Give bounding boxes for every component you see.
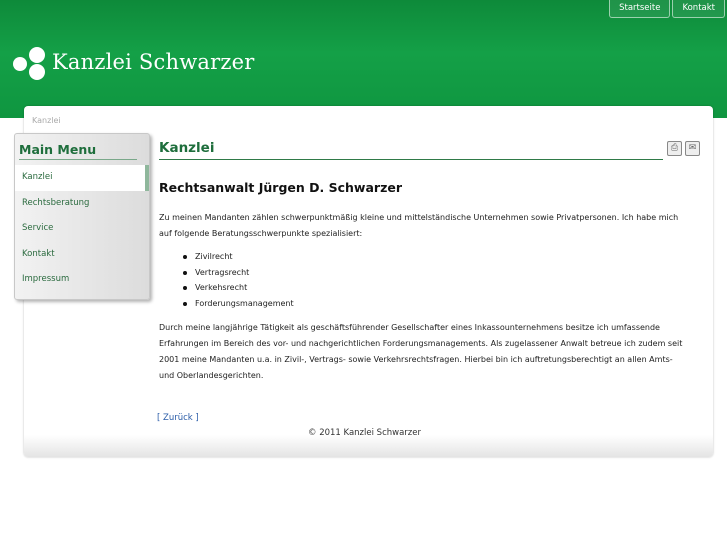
panel-footer-bar bbox=[24, 435, 713, 457]
list-item: Verkehsrecht bbox=[183, 280, 294, 296]
site-header: Startseite Kontakt Kanzlei Schwarzer bbox=[0, 0, 727, 118]
print-icon[interactable]: ⎙ bbox=[667, 141, 682, 156]
menu-item-service[interactable]: Service bbox=[15, 216, 149, 242]
breadcrumb[interactable]: Kanzlei bbox=[32, 116, 61, 125]
main-menu-sidebar: Main Menu Kanzlei Rechtsberatung Service… bbox=[14, 133, 150, 300]
back-link[interactable]: [ Zurück ] bbox=[157, 413, 199, 423]
intro-paragraph: Zu meinen Mandanten zählen schwerpunktmä… bbox=[159, 213, 679, 238]
practice-areas-list: Zivilrecht Vertragsrecht Verkehsrecht Fo… bbox=[183, 249, 294, 311]
main-menu-title: Main Menu bbox=[19, 142, 137, 160]
menu-item-impressum[interactable]: Impressum bbox=[15, 267, 149, 293]
page-title: Kanzlei bbox=[159, 140, 663, 160]
kontakt-link[interactable]: Kontakt bbox=[672, 0, 725, 18]
body-paragraph: Durch meine langjährige Tätigkeit als ge… bbox=[159, 323, 683, 380]
list-item: Forderungsmanagement bbox=[183, 296, 294, 312]
list-item: Zivilrecht bbox=[183, 249, 294, 265]
site-title: Kanzlei Schwarzer bbox=[52, 50, 255, 74]
list-item: Vertragsrecht bbox=[183, 265, 294, 281]
email-icon[interactable]: ✉ bbox=[685, 141, 700, 156]
logo-dots-icon bbox=[13, 47, 47, 81]
copyright-text: © 2011 Kanzlei Schwarzer bbox=[308, 428, 421, 438]
menu-item-rechtsberatung[interactable]: Rechtsberatung bbox=[15, 191, 149, 217]
article-headline: Rechtsanwalt Jürgen D. Schwarzer bbox=[159, 180, 402, 195]
main-menu-list: Kanzlei Rechtsberatung Service Kontakt I… bbox=[15, 165, 149, 293]
menu-item-kontakt[interactable]: Kontakt bbox=[15, 242, 149, 268]
top-navigation: Startseite Kontakt bbox=[609, 0, 725, 18]
startseite-link[interactable]: Startseite bbox=[609, 0, 671, 18]
menu-item-kanzlei[interactable]: Kanzlei bbox=[15, 165, 149, 191]
